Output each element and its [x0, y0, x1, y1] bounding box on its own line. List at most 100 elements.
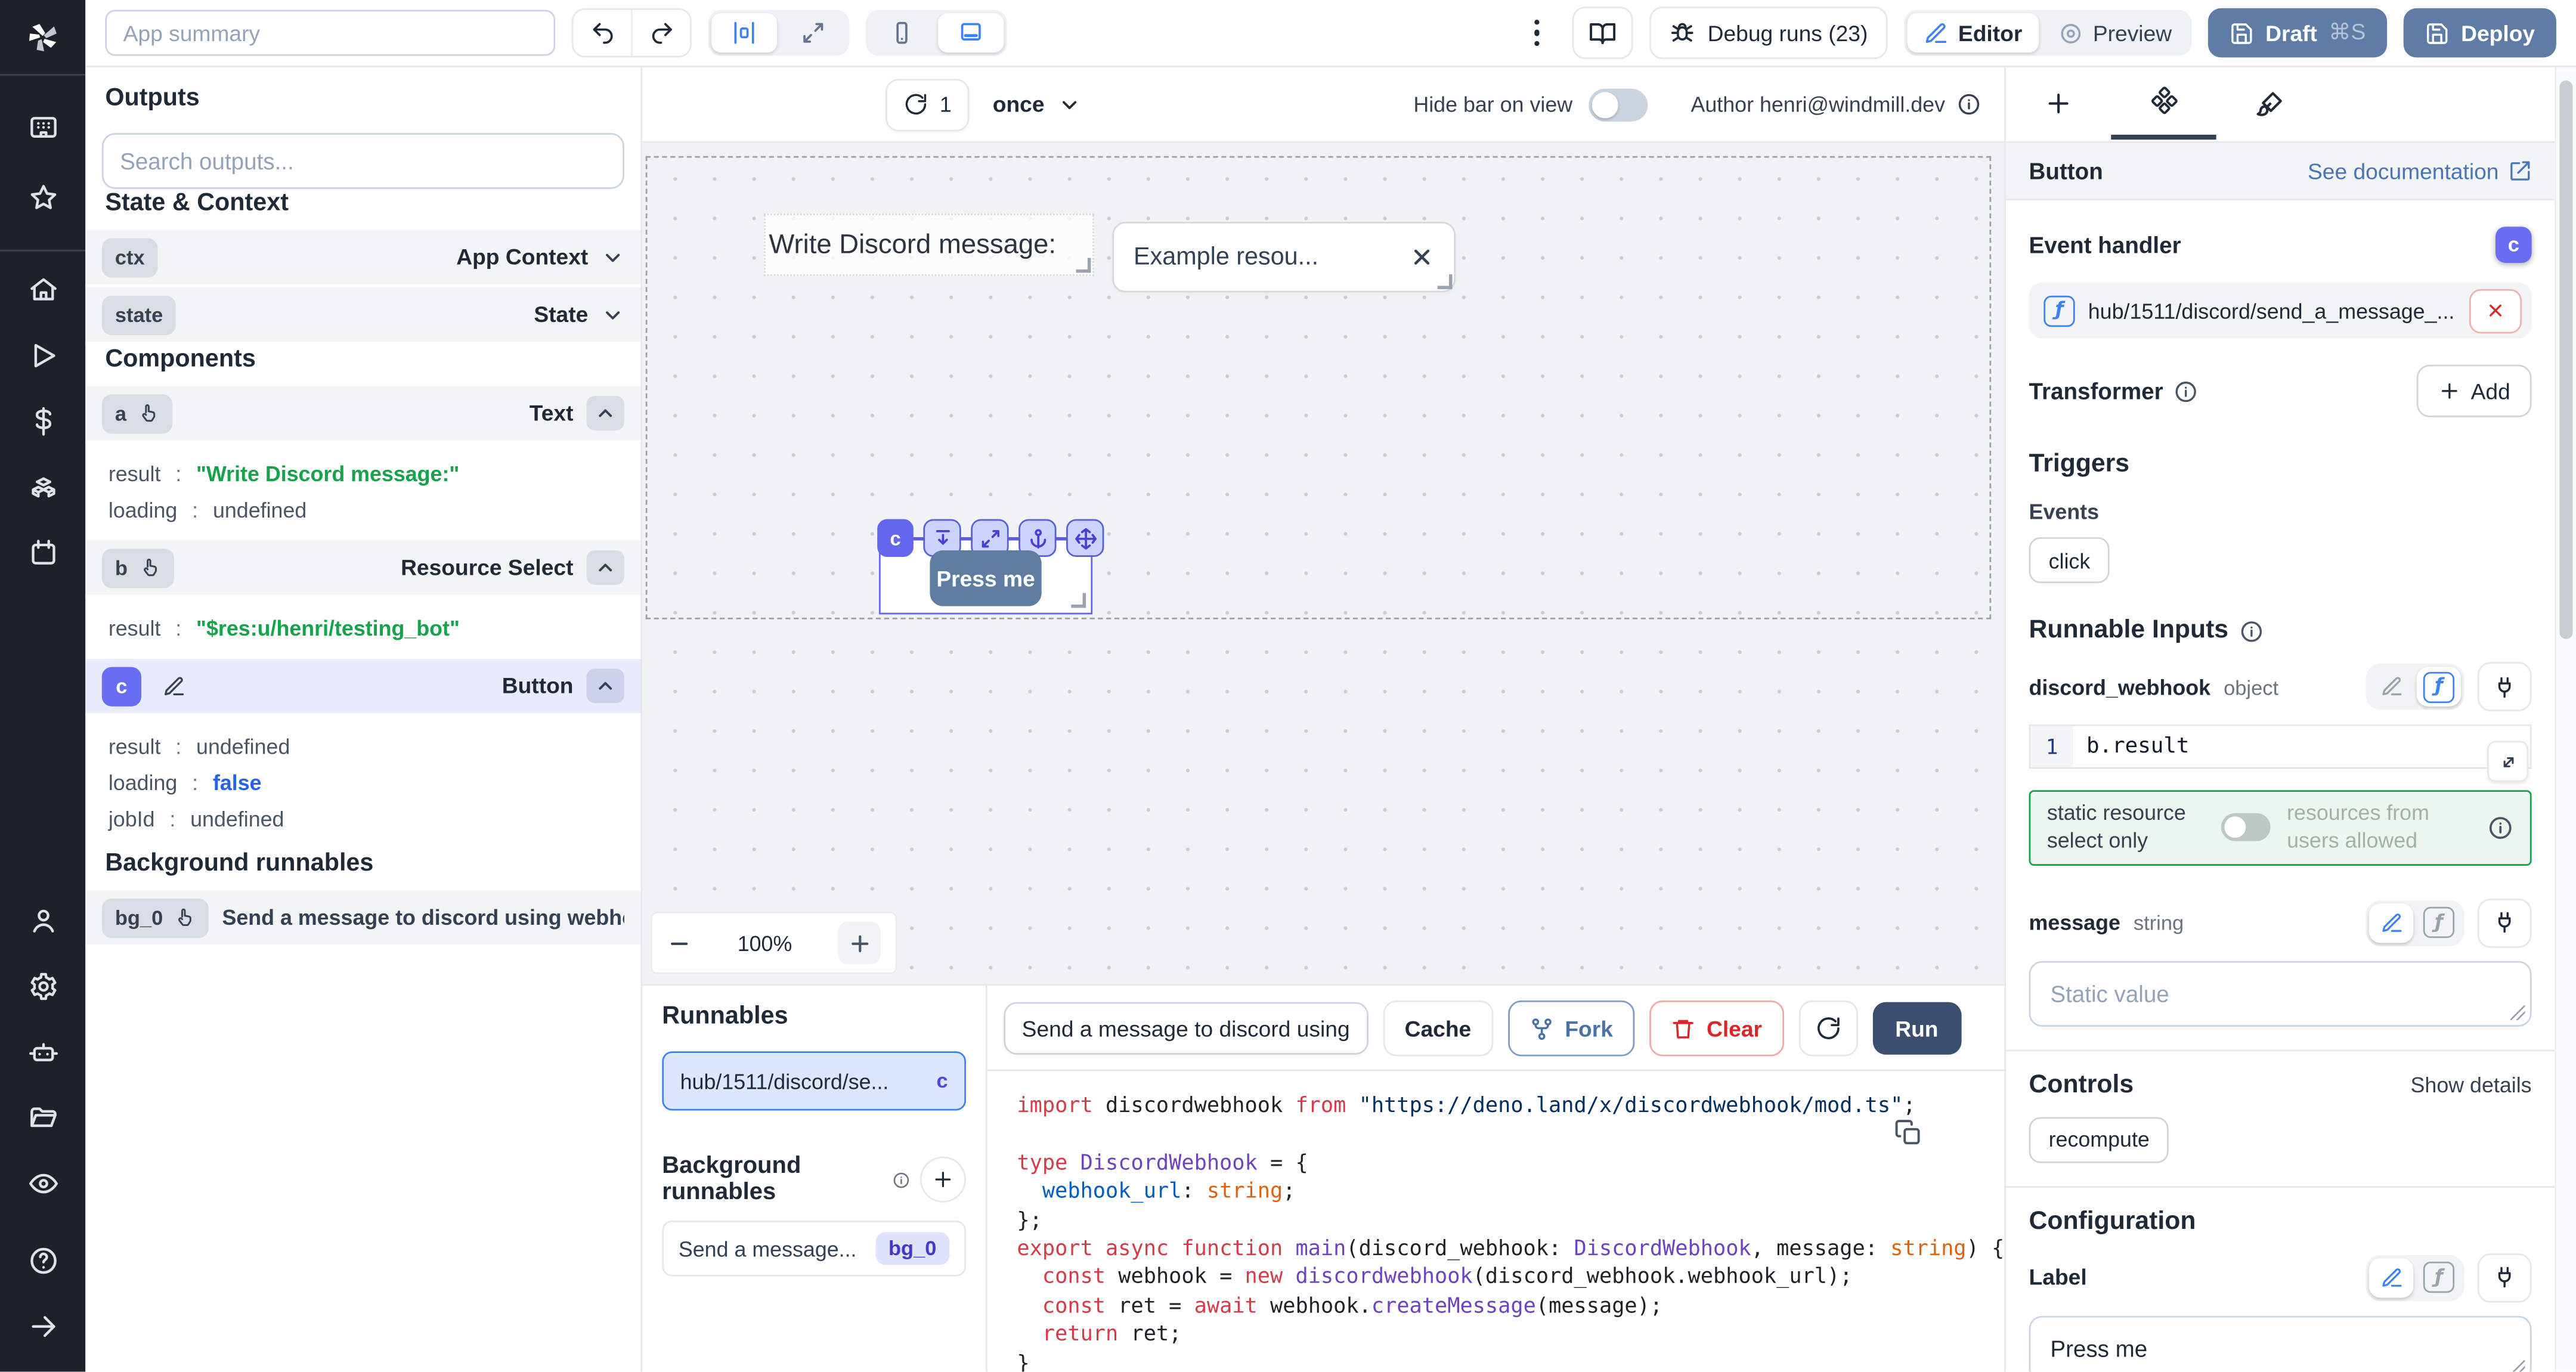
- code-area[interactable]: import discordwebhook from "https://deno…: [987, 1070, 2004, 1372]
- expand-rail-arrow-icon[interactable]: [27, 1311, 58, 1342]
- runs-icon[interactable]: [27, 340, 58, 371]
- component-settings-tab[interactable]: [2111, 67, 2216, 140]
- component-row-b[interactable]: b Resource Select: [85, 540, 640, 597]
- app-canvas[interactable]: Write Discord message: Example resou... …: [642, 143, 2004, 984]
- resource-mode-toggle[interactable]: [2221, 814, 2271, 842]
- runnable-title-input[interactable]: [1004, 1002, 1368, 1055]
- text-component[interactable]: Write Discord message:: [764, 213, 1094, 276]
- chevron-down-icon[interactable]: [601, 246, 624, 269]
- audit-eye-icon[interactable]: [27, 1168, 58, 1199]
- event-handler-label: Event handler: [2029, 231, 2181, 258]
- resize-handle[interactable]: [1438, 274, 1453, 289]
- user-icon[interactable]: [27, 905, 58, 936]
- draft-button[interactable]: Draft⌘S: [2208, 8, 2387, 58]
- bg-runnable-item[interactable]: Send a message... bg_0: [662, 1221, 966, 1277]
- connect-plug-icon[interactable]: [2478, 1253, 2532, 1303]
- expr-mode-function-icon[interactable]: ƒ: [2417, 903, 2461, 943]
- topbar: Debug runs (23) Editor Preview Draft⌘S: [85, 0, 2576, 67]
- windmill-logo[interactable]: [0, 0, 85, 76]
- copy-code-icon[interactable]: [1894, 1119, 1922, 1147]
- favorites-star-icon[interactable]: [27, 182, 58, 213]
- static-mode-pencil-icon[interactable]: [2369, 903, 2413, 943]
- label-input[interactable]: Press me: [2029, 1315, 2532, 1371]
- center-layout-button[interactable]: [711, 13, 777, 52]
- handler-runnable-picker[interactable]: ƒ hub/1511/discord/send_a_message_...: [2029, 283, 2532, 339]
- workspace-icon[interactable]: [27, 112, 58, 143]
- edit-id-pencil-icon[interactable]: [154, 666, 194, 705]
- discord-webhook-expression-editor[interactable]: 1 b.result: [2029, 724, 2532, 769]
- desktop-view-button[interactable]: [938, 13, 1004, 52]
- collapse-chevron-up-icon[interactable]: [587, 668, 624, 703]
- field-name: discord_webhook: [2029, 674, 2211, 699]
- insert-component-tab[interactable]: [2006, 67, 2111, 140]
- collapse-chevron-up-icon[interactable]: [587, 550, 624, 585]
- press-me-button[interactable]: Press me: [930, 550, 1041, 606]
- fullscreen-layout-button[interactable]: [781, 13, 846, 52]
- schedule-mode-select[interactable]: once: [993, 92, 1080, 116]
- remove-handler-button[interactable]: [2469, 289, 2522, 333]
- move-component-icon[interactable]: [1066, 519, 1104, 557]
- connect-plug-icon[interactable]: [2478, 898, 2532, 947]
- hide-bar-toggle[interactable]: [1589, 88, 1648, 120]
- variables-icon[interactable]: [27, 406, 58, 437]
- selected-runnable-item[interactable]: hub/1511/discord/se... c: [662, 1051, 966, 1110]
- output-row-state[interactable]: state State: [85, 287, 640, 345]
- chevron-down-icon[interactable]: [601, 303, 624, 326]
- button-component-selection[interactable]: c Press me: [879, 537, 1092, 614]
- resources-icon[interactable]: [27, 472, 58, 503]
- add-transformer-button[interactable]: Add: [2417, 365, 2532, 417]
- workers-robot-icon[interactable]: [27, 1036, 58, 1067]
- bug-icon: [1670, 20, 1696, 46]
- component-row-a[interactable]: a Text: [85, 386, 640, 443]
- deploy-button[interactable]: Deploy: [2404, 8, 2556, 58]
- collapse-chevron-up-icon[interactable]: [587, 396, 624, 431]
- zoom-in-button[interactable]: [838, 922, 881, 965]
- clear-button[interactable]: Clear: [1649, 1001, 1784, 1057]
- zoom-out-button[interactable]: [667, 931, 692, 955]
- see-documentation-link[interactable]: See documentation: [2308, 159, 2532, 183]
- resize-handle[interactable]: [2510, 1005, 2525, 1020]
- debug-runs-button[interactable]: Debug runs (23): [1650, 7, 1887, 59]
- preview-tab[interactable]: Preview: [2042, 13, 2188, 52]
- resize-handle[interactable]: [1071, 593, 1086, 608]
- run-button[interactable]: Run: [1872, 1002, 1961, 1055]
- styling-tab[interactable]: [2216, 67, 2321, 140]
- clear-x-icon[interactable]: [1410, 245, 1434, 270]
- docs-button[interactable]: [1573, 7, 1634, 59]
- scrollbar-thumb[interactable]: [2559, 80, 2572, 639]
- background-runnable-row[interactable]: bg_0 Send a message to discord using web…: [85, 890, 640, 947]
- folders-icon[interactable]: [27, 1102, 58, 1133]
- show-details-link[interactable]: Show details: [2411, 1073, 2532, 1098]
- panel-scrollbar[interactable]: [2555, 67, 2576, 1372]
- expr-mode-function-icon[interactable]: ƒ: [2417, 667, 2461, 707]
- message-static-input[interactable]: Static value: [2029, 961, 2532, 1026]
- schedules-calendar-icon[interactable]: [27, 537, 58, 568]
- recompute-chip[interactable]: recompute: [2029, 1117, 2169, 1163]
- static-mode-pencil-icon[interactable]: [2369, 1258, 2413, 1297]
- static-mode-pencil-icon[interactable]: [2369, 667, 2413, 707]
- search-outputs-input[interactable]: [102, 133, 624, 189]
- add-background-runnable-button[interactable]: [920, 1157, 966, 1203]
- expression-value[interactable]: b.result: [2073, 726, 2530, 767]
- settings-gear-icon[interactable]: [27, 971, 58, 1002]
- cache-button[interactable]: Cache: [1383, 1001, 1493, 1057]
- component-row-c-selected[interactable]: c Button: [85, 659, 640, 716]
- resize-handle[interactable]: [1076, 258, 1091, 273]
- expand-editor-icon[interactable]: [2487, 741, 2528, 782]
- more-menu-button[interactable]: [1534, 19, 1540, 46]
- undo-button[interactable]: [574, 10, 631, 56]
- output-row-ctx[interactable]: ctx App Context: [85, 230, 640, 287]
- help-icon[interactable]: [27, 1245, 58, 1276]
- resource-select-component[interactable]: Example resou...: [1112, 222, 1456, 292]
- redo-button[interactable]: [631, 10, 690, 56]
- expr-mode-function-icon[interactable]: ƒ: [2417, 1258, 2461, 1297]
- refresh-code-button[interactable]: [1798, 1001, 1857, 1057]
- refresh-count-button[interactable]: 1: [886, 78, 970, 131]
- app-summary-input[interactable]: [105, 10, 555, 56]
- fork-button[interactable]: Fork: [1507, 1001, 1634, 1057]
- connect-plug-icon[interactable]: [2478, 662, 2532, 711]
- mobile-view-button[interactable]: [869, 13, 934, 52]
- resize-handle[interactable]: [2510, 1360, 2525, 1372]
- editor-tab[interactable]: Editor: [1907, 13, 2038, 52]
- home-icon[interactable]: [27, 274, 58, 305]
